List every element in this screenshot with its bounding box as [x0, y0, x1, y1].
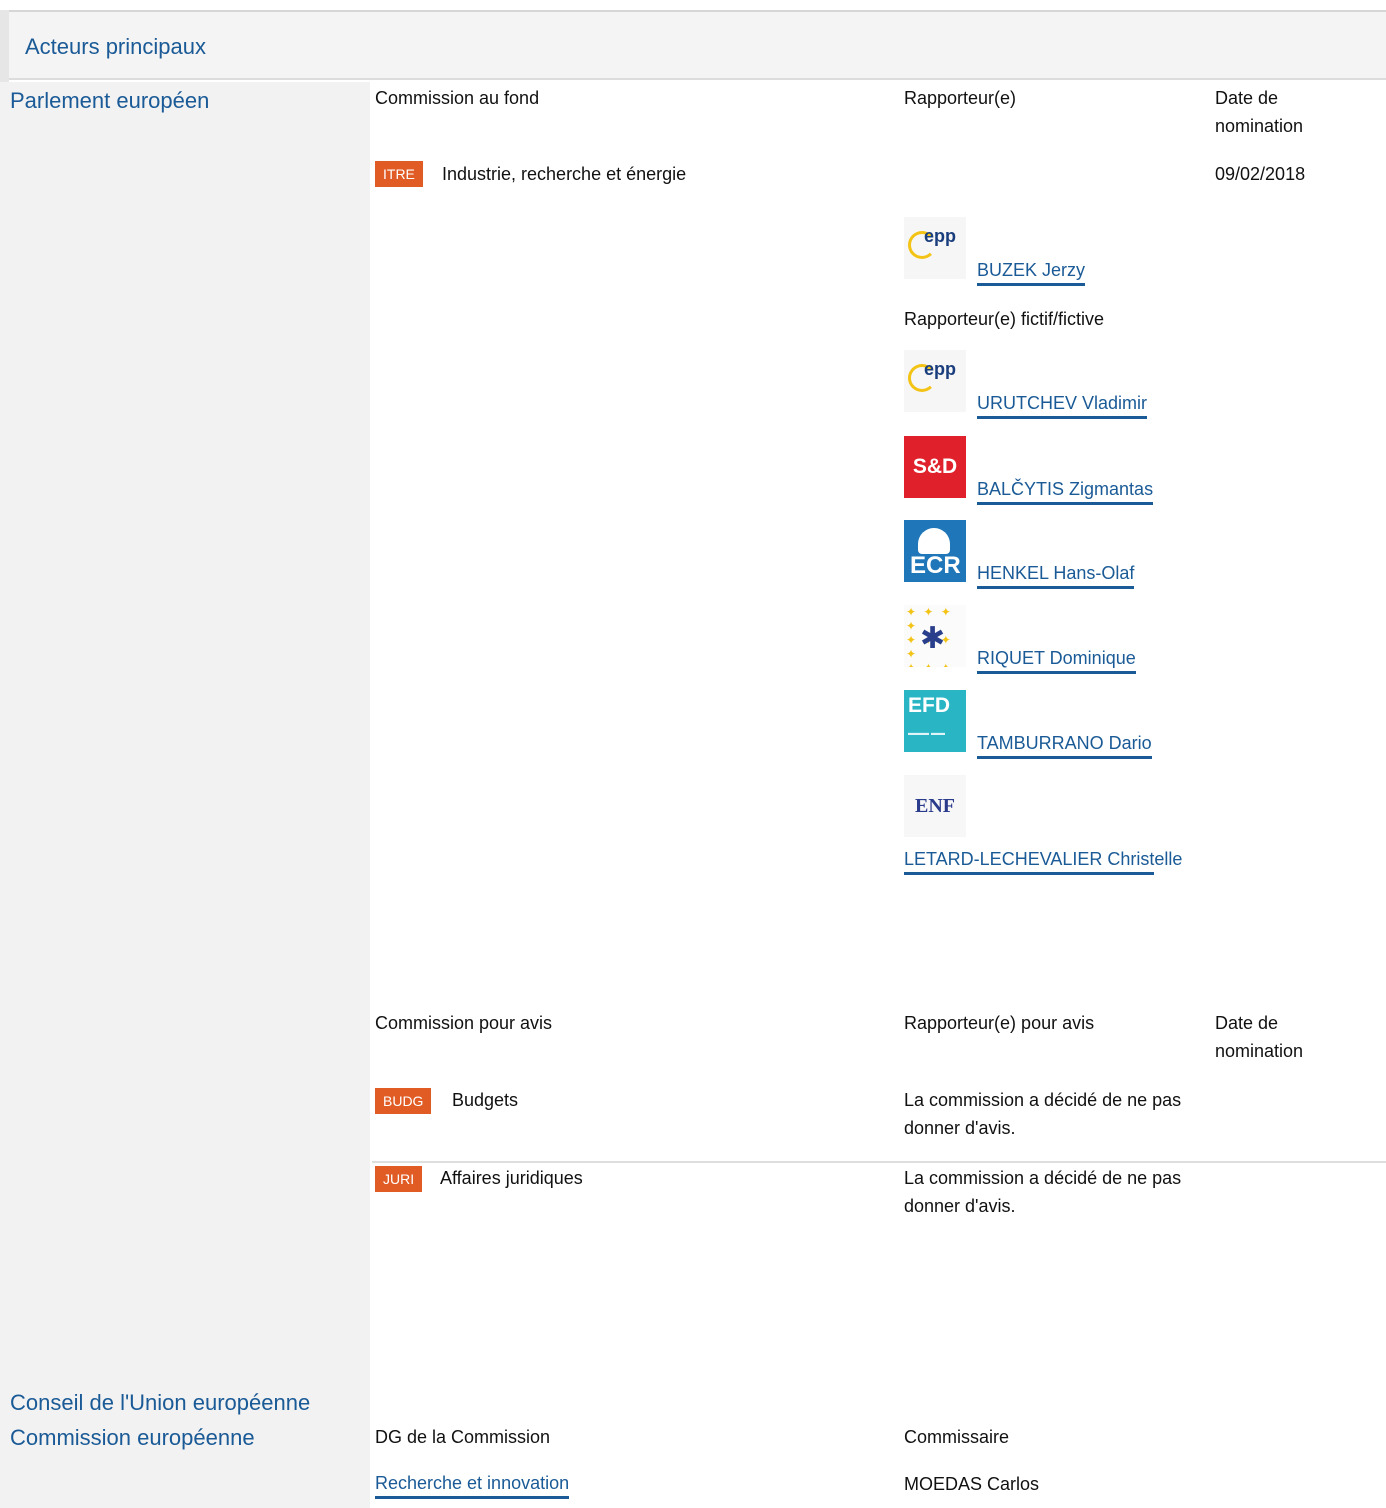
opinion-committee-name: Budgets	[452, 1090, 519, 1110]
commissioner-name: MOEDAS Carlos	[904, 1474, 1040, 1494]
shadow-rapporteur-label: Rapporteur(e) fictif/fictive	[904, 309, 1105, 329]
col-header-commissioner: Commissaire	[904, 1427, 1010, 1447]
col-header-committee: Commission au fond	[375, 88, 540, 108]
left-column	[0, 82, 370, 1508]
shadow-link-balcytis[interactable]: BALČYTIS Zigmantas	[977, 476, 1154, 505]
row-divider	[372, 1161, 1386, 1163]
section-title-council: Conseil de l'Union européenne	[10, 1390, 311, 1415]
col-header-opinion-rapporteur: Rapporteur(e) pour avis	[904, 1013, 1095, 1033]
section-title-parliament: Parlement européen	[10, 88, 210, 113]
section-title-commission: Commission européenne	[10, 1425, 255, 1450]
rapporteur-link-buzek[interactable]: BUZEK Jerzy	[977, 257, 1086, 286]
col-header-date: Date de nomination	[1215, 88, 1304, 136]
sd-logo-icon: S&D	[904, 436, 966, 498]
lead-committee-date: 09/02/2018	[1215, 164, 1306, 184]
shadow-link-letard-lechevalier[interactable]: LETARD-LECHEVALIER Christelle	[904, 846, 1182, 875]
dg-link-research-innovation[interactable]: Recherche et innovation	[375, 1470, 570, 1499]
col-header-rapporteur: Rapporteur(e)	[904, 88, 1017, 108]
enf-logo-icon: ENF	[904, 775, 966, 837]
epp-logo-icon: epp	[904, 350, 966, 412]
efd-logo-icon: EFD ▬▬▬ ▬▬	[904, 690, 966, 752]
committee-badge-juri: JURI	[375, 1166, 423, 1192]
shadow-link-urutchev[interactable]: URUTCHEV Vladimir	[977, 390, 1148, 419]
renew-group-logo-icon: ✦ ✦ ✦ ✦✦ ✦ ✦ ✦✦ ✦ ✦ ✦ ✱	[904, 605, 966, 667]
section-header: Acteurs principaux	[9, 12, 1386, 80]
col-header-dg: DG de la Commission	[375, 1427, 551, 1447]
shadow-link-riquet[interactable]: RIQUET Dominique	[977, 645, 1136, 674]
opinion-status: La commission a décidé de ne pas donner …	[904, 1168, 1182, 1216]
epp-logo-icon: epp	[904, 217, 966, 279]
opinion-committee-name: Affaires juridiques	[440, 1168, 583, 1188]
page-title: Acteurs principaux	[25, 34, 206, 59]
shadow-link-henkel[interactable]: HENKEL Hans-Olaf	[977, 560, 1135, 589]
ecr-logo-icon: ECR	[904, 520, 966, 582]
col-header-opinion-committee: Commission pour avis	[375, 1013, 553, 1033]
lead-committee-name: Industrie, recherche et énergie	[442, 164, 687, 184]
shadow-link-tamburrano[interactable]: TAMBURRANO Dario	[977, 730, 1152, 759]
committee-badge-budg: BUDG	[375, 1088, 432, 1114]
committee-badge-itre: ITRE	[375, 161, 423, 187]
col-header-opinion-date: Date de nomination	[1215, 1013, 1304, 1061]
opinion-status: La commission a décidé de ne pas donner …	[904, 1090, 1182, 1138]
